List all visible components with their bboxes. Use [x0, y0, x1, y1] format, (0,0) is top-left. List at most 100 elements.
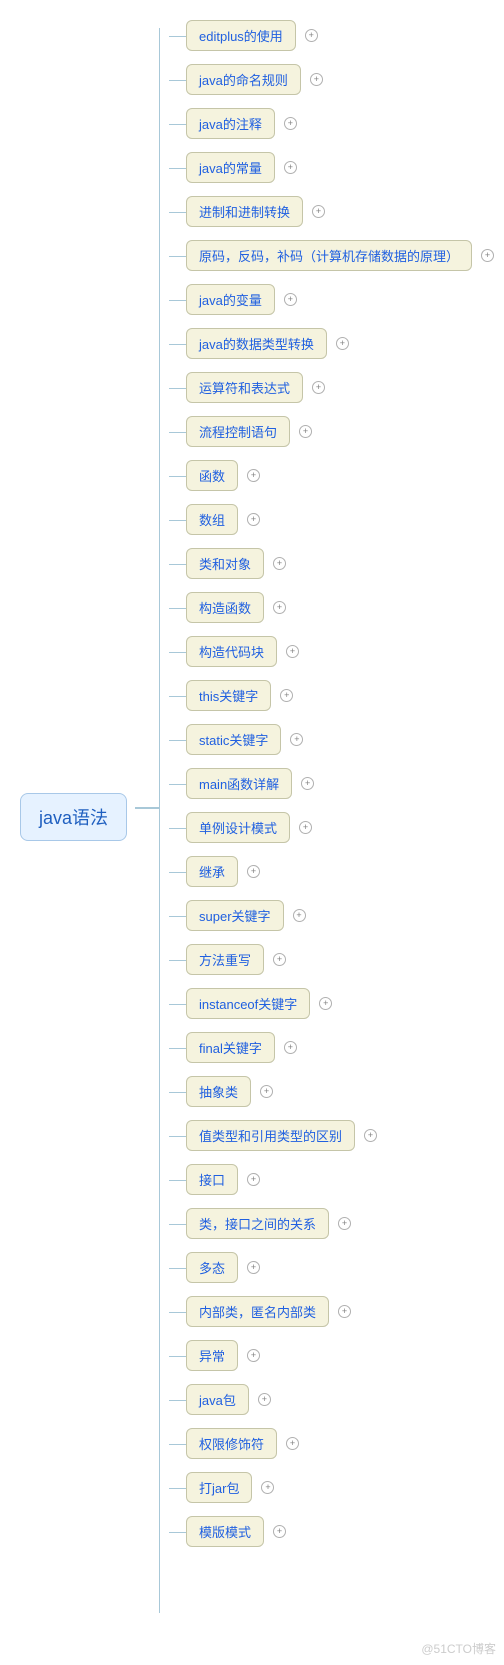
child-node[interactable]: java的数据类型转换: [186, 328, 327, 359]
child-node[interactable]: java的变量: [186, 284, 275, 315]
child-node[interactable]: java包: [186, 1384, 249, 1415]
child-row: static关键字 +: [186, 724, 494, 755]
expand-icon[interactable]: +: [284, 1041, 297, 1054]
child-node[interactable]: 打jar包: [186, 1472, 252, 1503]
expand-icon[interactable]: +: [299, 821, 312, 834]
expand-icon[interactable]: +: [293, 909, 306, 922]
child-node[interactable]: 异常: [186, 1340, 238, 1371]
expand-icon[interactable]: +: [319, 997, 332, 1010]
expand-icon[interactable]: +: [260, 1085, 273, 1098]
child-row: 值类型和引用类型的区别 +: [186, 1120, 494, 1151]
child-row: 模版模式 +: [186, 1516, 494, 1547]
expand-icon[interactable]: +: [284, 117, 297, 130]
child-node[interactable]: 多态: [186, 1252, 238, 1283]
expand-icon[interactable]: +: [336, 337, 349, 350]
child-row: 类，接口之间的关系 +: [186, 1208, 494, 1239]
child-node[interactable]: 流程控制语句: [186, 416, 290, 447]
expand-icon[interactable]: +: [280, 689, 293, 702]
expand-icon[interactable]: +: [247, 1261, 260, 1274]
child-row: instanceof关键字 +: [186, 988, 494, 1019]
expand-icon[interactable]: +: [301, 777, 314, 790]
expand-icon[interactable]: +: [247, 469, 260, 482]
child-row: java的常量 +: [186, 152, 494, 183]
expand-icon[interactable]: +: [284, 293, 297, 306]
child-node[interactable]: java的常量: [186, 152, 275, 183]
child-node[interactable]: 方法重写: [186, 944, 264, 975]
vertical-main: [159, 28, 160, 1613]
expand-icon[interactable]: +: [481, 249, 494, 262]
child-row: java的命名规则 +: [186, 64, 494, 95]
child-row: 方法重写 +: [186, 944, 494, 975]
expand-icon[interactable]: +: [247, 865, 260, 878]
child-row: 权限修饰符 +: [186, 1428, 494, 1459]
child-node[interactable]: 进制和进制转换: [186, 196, 303, 227]
child-row: 接口 +: [186, 1164, 494, 1195]
expand-icon[interactable]: +: [273, 557, 286, 570]
child-node[interactable]: 抽象类: [186, 1076, 251, 1107]
child-node[interactable]: main函数详解: [186, 768, 292, 799]
child-row: 数组 +: [186, 504, 494, 535]
child-node[interactable]: 模版模式: [186, 1516, 264, 1547]
child-node[interactable]: 构造函数: [186, 592, 264, 623]
child-row: 流程控制语句 +: [186, 416, 494, 447]
child-row: java的变量 +: [186, 284, 494, 315]
child-row: 继承 +: [186, 856, 494, 887]
child-node[interactable]: 单例设计模式: [186, 812, 290, 843]
expand-icon[interactable]: +: [261, 1481, 274, 1494]
child-node[interactable]: 构造代码块: [186, 636, 277, 667]
expand-icon[interactable]: +: [338, 1217, 351, 1230]
mindmap-container: java语法 editplus的使用+java的命名规则+java的注释+jav…: [0, 0, 504, 1580]
expand-icon[interactable]: +: [273, 953, 286, 966]
child-row: 单例设计模式 +: [186, 812, 494, 843]
expand-icon[interactable]: +: [286, 645, 299, 658]
child-node[interactable]: instanceof关键字: [186, 988, 310, 1019]
expand-icon[interactable]: +: [364, 1129, 377, 1142]
child-node[interactable]: java的命名规则: [186, 64, 301, 95]
child-node[interactable]: final关键字: [186, 1032, 275, 1063]
child-node[interactable]: 类和对象: [186, 548, 264, 579]
expand-icon[interactable]: +: [273, 601, 286, 614]
child-node[interactable]: editplus的使用: [186, 20, 296, 51]
root-label: java语法: [39, 808, 108, 828]
expand-icon[interactable]: +: [290, 733, 303, 746]
child-node[interactable]: 原码，反码，补码（计算机存储数据的原理）: [186, 240, 472, 271]
expand-icon[interactable]: +: [273, 1525, 286, 1538]
child-node[interactable]: java的注释: [186, 108, 275, 139]
root-node[interactable]: java语法: [20, 793, 127, 841]
watermark: @51CTO博客: [421, 1640, 496, 1657]
expand-icon[interactable]: +: [286, 1437, 299, 1450]
child-row: 打jar包 +: [186, 1472, 494, 1503]
child-node[interactable]: super关键字: [186, 900, 284, 931]
expand-icon[interactable]: +: [310, 73, 323, 86]
child-node[interactable]: 类，接口之间的关系: [186, 1208, 329, 1239]
expand-icon[interactable]: +: [247, 513, 260, 526]
child-row: java包 +: [186, 1384, 494, 1415]
expand-icon[interactable]: +: [338, 1305, 351, 1318]
expand-icon[interactable]: +: [247, 1173, 260, 1186]
expand-icon[interactable]: +: [312, 381, 325, 394]
child-row: 构造函数 +: [186, 592, 494, 623]
expand-icon[interactable]: +: [305, 29, 318, 42]
expand-icon[interactable]: +: [258, 1393, 271, 1406]
child-node[interactable]: this关键字: [186, 680, 271, 711]
child-row: super关键字 +: [186, 900, 494, 931]
child-node[interactable]: 权限修饰符: [186, 1428, 277, 1459]
child-row: 内部类，匿名内部类 +: [186, 1296, 494, 1327]
children-container: editplus的使用 + java的命名规则 + java的注释 + java的常量 + 进制…: [186, 20, 494, 1547]
child-node[interactable]: 继承: [186, 856, 238, 887]
child-node[interactable]: 函数: [186, 460, 238, 491]
child-row: 函数 +: [186, 460, 494, 491]
child-row: java的注释 +: [186, 108, 494, 139]
child-node[interactable]: 运算符和表达式: [186, 372, 303, 403]
expand-icon[interactable]: +: [299, 425, 312, 438]
expand-icon[interactable]: +: [284, 161, 297, 174]
child-node[interactable]: 数组: [186, 504, 238, 535]
child-node[interactable]: 值类型和引用类型的区别: [186, 1120, 355, 1151]
child-row: this关键字 +: [186, 680, 494, 711]
child-row: 进制和进制转换 +: [186, 196, 494, 227]
child-node[interactable]: static关键字: [186, 724, 281, 755]
child-node[interactable]: 内部类，匿名内部类: [186, 1296, 329, 1327]
expand-icon[interactable]: +: [312, 205, 325, 218]
child-node[interactable]: 接口: [186, 1164, 238, 1195]
expand-icon[interactable]: +: [247, 1349, 260, 1362]
